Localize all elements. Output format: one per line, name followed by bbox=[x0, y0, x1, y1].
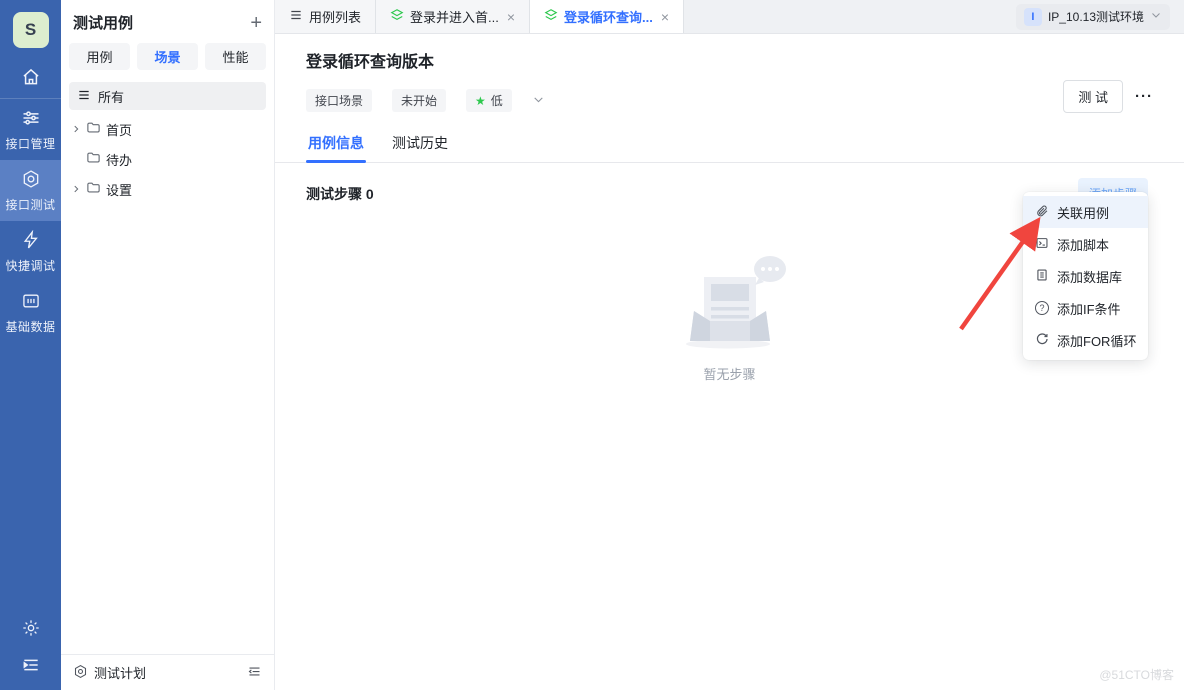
menu-item-add-for[interactable]: 添加FOR循环 bbox=[1023, 324, 1148, 356]
case-detail-content: 登录循环查询版本 测 试 ··· 接口场景 未开始 ★ 低 用例信息 测试历史 bbox=[275, 34, 1184, 690]
priority-label: 低 bbox=[491, 92, 503, 109]
sidebar-item-home[interactable] bbox=[0, 58, 61, 98]
folder-icon bbox=[86, 150, 101, 168]
doc-tab-label: 用例列表 bbox=[309, 7, 361, 26]
chevron-down-icon bbox=[1150, 9, 1162, 24]
doc-tab-label: 登录循环查询... bbox=[564, 7, 653, 26]
environment-badge: I bbox=[1024, 8, 1042, 26]
document-tabbar: 用例列表 登录并进入首... × 登录循环查询... × I IP_10.13测… bbox=[275, 0, 1184, 34]
folder-icon bbox=[86, 120, 101, 138]
basic-data-icon bbox=[21, 291, 41, 314]
collapse-panel-icon[interactable] bbox=[247, 664, 262, 682]
sidebar-item-quick-debug[interactable]: 快捷调试 bbox=[0, 221, 61, 282]
empty-text: 暂无步骤 bbox=[703, 364, 755, 383]
panel-footer: 测试计划 bbox=[61, 654, 274, 690]
folder-icon bbox=[86, 180, 101, 198]
tab-test-history[interactable]: 测试历史 bbox=[390, 127, 450, 162]
status-badge: 未开始 bbox=[392, 89, 446, 112]
chevron-right-icon[interactable] bbox=[71, 184, 81, 194]
app-logo[interactable]: S bbox=[13, 12, 49, 48]
sidebar-item-label: 接口测试 bbox=[5, 196, 55, 213]
case-detail-tabs: 用例信息 测试历史 bbox=[275, 127, 1184, 163]
priority-badge: ★ 低 bbox=[466, 89, 512, 112]
for-loop-icon bbox=[1035, 332, 1049, 349]
tree-item-label: 所有 bbox=[98, 87, 124, 106]
app-window: S 接口管理 接口测试 快捷调试 bbox=[0, 0, 1184, 690]
doc-tab-label: 登录并进入首... bbox=[410, 7, 499, 26]
tree-item-all[interactable]: 所有 bbox=[69, 82, 266, 110]
api-test-icon bbox=[21, 169, 41, 192]
star-icon: ★ bbox=[475, 95, 486, 107]
test-case-panel: 测试用例 + 用例 场景 性能 所有 首页 bbox=[61, 0, 275, 690]
primary-sidebar: S 接口管理 接口测试 快捷调试 bbox=[0, 0, 61, 690]
watermark: @51CTO博客 bbox=[1099, 666, 1174, 683]
scenario-icon bbox=[390, 8, 404, 25]
lightning-icon bbox=[21, 230, 41, 253]
panel-title: 测试用例 bbox=[73, 12, 133, 33]
environment-select[interactable]: I IP_10.13测试环境 bbox=[1016, 4, 1170, 30]
if-condition-icon: ? bbox=[1035, 301, 1049, 315]
tree-item-label: 首页 bbox=[106, 120, 132, 139]
test-button[interactable]: 测 试 bbox=[1063, 80, 1123, 113]
scenario-icon bbox=[544, 8, 558, 25]
settings-gear-icon[interactable] bbox=[21, 618, 41, 641]
doc-tab-login-loop[interactable]: 登录循环查询... × bbox=[530, 0, 684, 33]
add-icon[interactable]: + bbox=[250, 15, 262, 31]
list-icon bbox=[289, 8, 303, 25]
sidebar-item-label: 快捷调试 bbox=[5, 257, 55, 274]
sidebar-item-label: 基础数据 bbox=[5, 318, 55, 335]
menu-item-label: 添加FOR循环 bbox=[1057, 331, 1136, 350]
add-step-dropdown-menu: 关联用例 添加脚本 添加数据库 ? 添加IF条件 bbox=[1023, 192, 1148, 360]
script-icon bbox=[1035, 236, 1049, 253]
menu-item-label: 添加数据库 bbox=[1057, 267, 1122, 286]
test-plan-label: 测试计划 bbox=[94, 663, 146, 682]
close-icon[interactable]: × bbox=[661, 9, 669, 25]
tags-row: 接口场景 未开始 ★ 低 bbox=[306, 89, 1148, 112]
type-tag: 接口场景 bbox=[306, 89, 372, 112]
expand-detail-chevron-icon[interactable] bbox=[532, 93, 545, 109]
more-actions-icon[interactable]: ··· bbox=[1135, 88, 1153, 105]
sidebar-item-api-management[interactable]: 接口管理 bbox=[0, 99, 61, 160]
menu-item-label: 添加脚本 bbox=[1057, 235, 1109, 254]
case-type-tabs: 用例 场景 性能 bbox=[61, 43, 274, 70]
empty-inbox-illustration bbox=[666, 251, 794, 354]
menu-item-label: 添加IF条件 bbox=[1057, 299, 1121, 318]
menu-item-add-database[interactable]: 添加数据库 bbox=[1023, 260, 1148, 292]
tab-case-info[interactable]: 用例信息 bbox=[306, 127, 366, 162]
test-plan-entry[interactable]: 测试计划 bbox=[73, 663, 146, 682]
tree-item-settings[interactable]: 设置 bbox=[61, 174, 274, 204]
page-title: 登录循环查询版本 bbox=[306, 48, 1148, 72]
tree-item-label: 设置 bbox=[106, 180, 132, 199]
steps-title: 测试步骤 0 bbox=[306, 184, 374, 204]
sidebar-item-basic-data[interactable]: 基础数据 bbox=[0, 282, 61, 343]
menu-item-add-script[interactable]: 添加脚本 bbox=[1023, 228, 1148, 260]
tree-item-todo[interactable]: 待办 bbox=[61, 144, 274, 174]
tree-item-label: 待办 bbox=[106, 150, 132, 169]
sidebar-item-label: 接口管理 bbox=[5, 135, 55, 152]
doc-tab-case-list[interactable]: 用例列表 bbox=[275, 0, 376, 33]
sliders-icon bbox=[21, 108, 41, 131]
doc-tab-login-home[interactable]: 登录并进入首... × bbox=[376, 0, 530, 33]
sidebar-item-api-test[interactable]: 接口测试 bbox=[0, 160, 61, 221]
test-plan-icon bbox=[73, 664, 88, 682]
environment-label: IP_10.13测试环境 bbox=[1048, 8, 1144, 25]
close-icon[interactable]: × bbox=[507, 9, 515, 25]
tree-item-home[interactable]: 首页 bbox=[61, 114, 274, 144]
chevron-right-icon[interactable] bbox=[71, 124, 81, 134]
tab-case[interactable]: 用例 bbox=[69, 43, 130, 70]
menu-item-add-if[interactable]: ? 添加IF条件 bbox=[1023, 292, 1148, 324]
home-icon bbox=[21, 67, 41, 90]
menu-item-link-case[interactable]: 关联用例 bbox=[1023, 196, 1148, 228]
link-icon bbox=[1035, 204, 1049, 221]
tab-scenario[interactable]: 场景 bbox=[137, 43, 198, 70]
menu-item-label: 关联用例 bbox=[1057, 203, 1109, 222]
main-area: 用例列表 登录并进入首... × 登录循环查询... × I IP_10.13测… bbox=[275, 0, 1184, 690]
database-icon bbox=[1035, 268, 1049, 285]
tab-performance[interactable]: 性能 bbox=[205, 43, 266, 70]
collapse-sidebar-icon[interactable] bbox=[21, 655, 41, 678]
list-icon bbox=[77, 88, 91, 105]
